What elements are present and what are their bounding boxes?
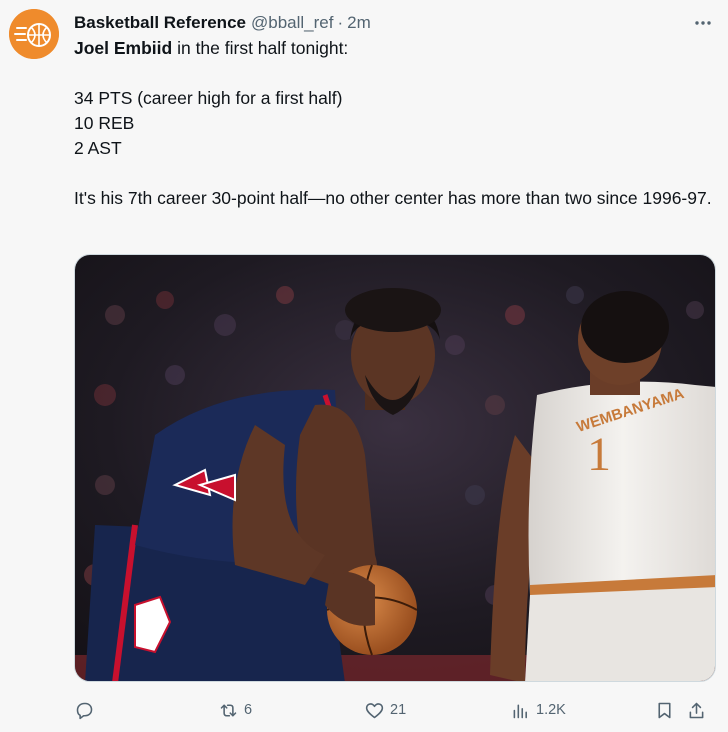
stat-line: 2 AST xyxy=(74,138,122,158)
post-timestamp[interactable]: 2m xyxy=(347,13,371,33)
stat-line: 34 PTS (career high for a first half) xyxy=(74,88,343,108)
post-text: Joel Embiid in the first half tonight: 3… xyxy=(74,36,714,211)
more-horizontal-icon xyxy=(695,21,711,25)
reply-button[interactable] xyxy=(74,694,100,726)
heart-icon xyxy=(365,702,384,718)
avatar[interactable] xyxy=(9,9,59,59)
bookmark-button[interactable] xyxy=(654,694,675,726)
post-photo[interactable]: WEMBANYAMA 1 xyxy=(74,254,716,682)
bookmark-icon xyxy=(658,702,671,718)
closing-text: It's his 7th career 30-point half—no oth… xyxy=(74,188,712,208)
repost-button[interactable]: 6 xyxy=(218,694,252,726)
post-intro-line: Joel Embiid in the first half tonight: xyxy=(74,36,714,61)
analytics-icon xyxy=(513,703,527,718)
intro-rest: in the first half tonight: xyxy=(172,38,349,58)
photo-illustration: WEMBANYAMA 1 xyxy=(75,255,715,681)
author-handle[interactable]: @bball_ref xyxy=(251,13,333,33)
action-bar: 6 21 1.2K xyxy=(74,694,714,726)
views-count: 1.2K xyxy=(536,702,566,718)
like-count: 21 xyxy=(390,702,407,718)
views-button[interactable]: 1.2K xyxy=(510,694,566,726)
author-name[interactable]: Basketball Reference xyxy=(74,13,246,33)
subject-name[interactable]: Joel Embiid xyxy=(74,38,172,58)
reply-icon xyxy=(76,702,93,719)
stat-line: 10 REB xyxy=(74,113,135,133)
jersey-number: 1 xyxy=(587,428,611,481)
post-header: Basketball Reference @bball_ref · 2m xyxy=(74,10,708,36)
like-button[interactable]: 21 xyxy=(364,694,406,726)
repost-icon xyxy=(220,703,237,717)
more-options-button[interactable] xyxy=(690,10,716,36)
basketball-logo-icon xyxy=(9,9,59,59)
repost-count: 6 xyxy=(244,702,253,718)
share-button[interactable] xyxy=(686,694,707,726)
share-icon xyxy=(689,702,704,718)
header-separator: · xyxy=(337,13,344,32)
